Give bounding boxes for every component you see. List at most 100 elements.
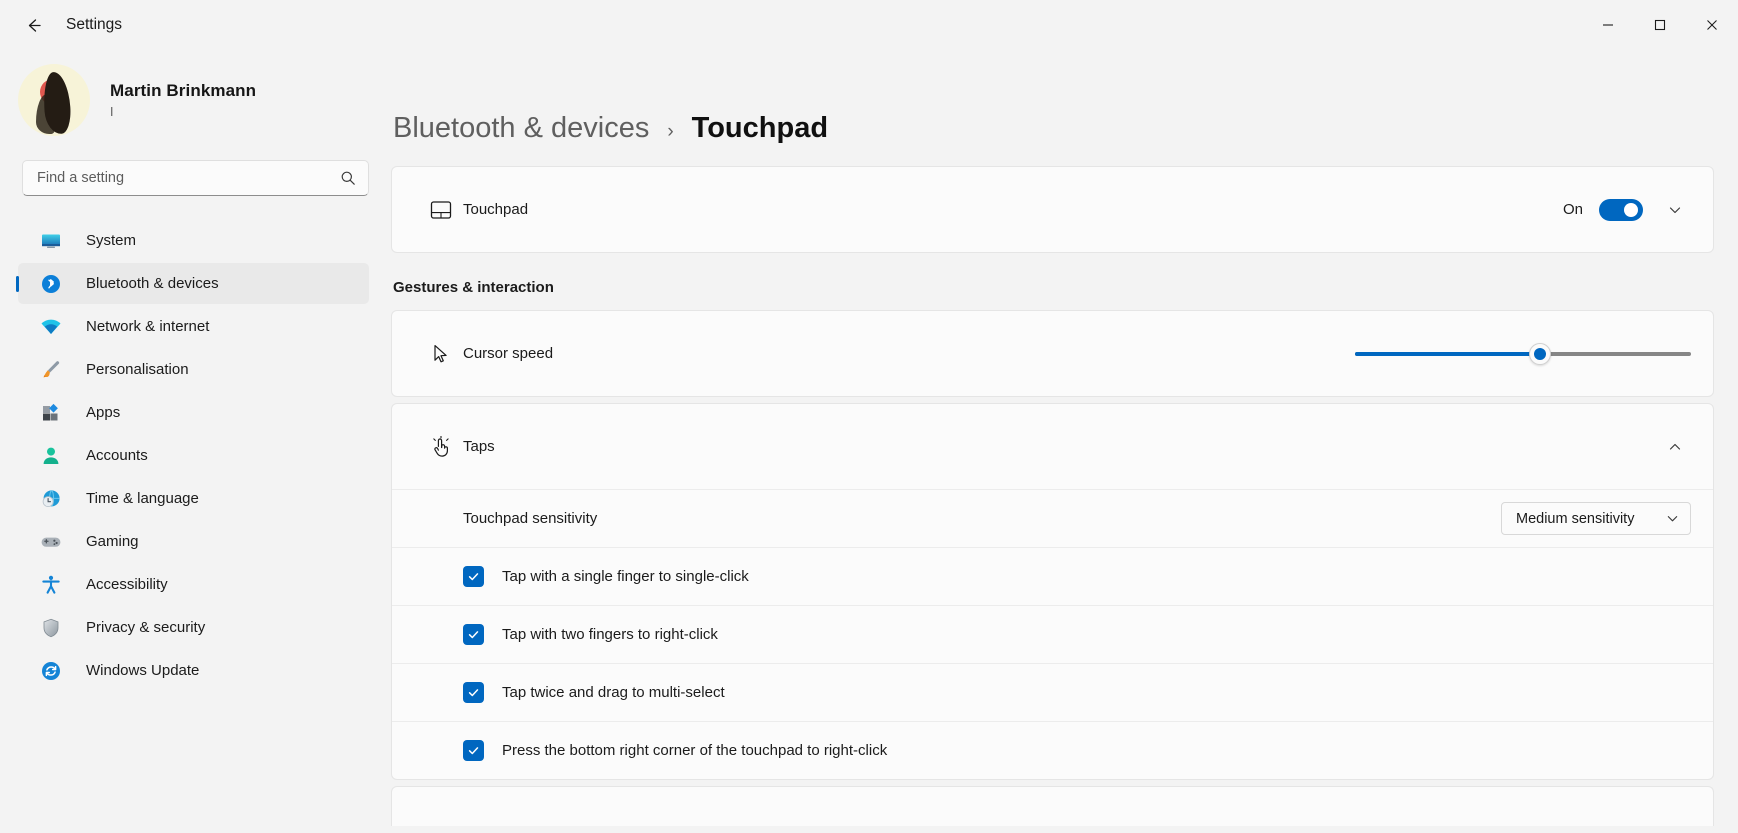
sidebar-item-time-language[interactable]: Time & language [18, 478, 369, 519]
touchpad-expand-button[interactable] [1659, 194, 1691, 226]
sidebar-item-system[interactable]: System [18, 220, 369, 261]
apps-icon [38, 401, 64, 425]
cursor-speed-slider[interactable] [1355, 339, 1691, 369]
maximize-icon [1654, 19, 1666, 31]
avatar [18, 64, 90, 136]
sidebar-item-accessibility[interactable]: Accessibility [18, 564, 369, 605]
sidebar-item-label: Bluetooth & devices [86, 275, 219, 292]
breadcrumb-separator: › [667, 121, 674, 142]
sidebar-item-label: Gaming [86, 533, 139, 550]
bluetooth-icon [38, 272, 64, 296]
slider-thumb[interactable] [1528, 342, 1551, 365]
accessibility-icon [38, 573, 64, 597]
checkbox[interactable] [463, 682, 484, 703]
checkbox-row-multi-select[interactable]: Tap twice and drag to multi-select [392, 663, 1713, 721]
sidebar: Martin Brinkmann I Find a setting System… [0, 50, 387, 833]
touchpad-toggle[interactable] [1599, 198, 1643, 221]
checkbox[interactable] [463, 740, 484, 761]
person-icon [38, 444, 64, 468]
search-box[interactable] [22, 160, 369, 196]
taps-header-row[interactable]: Taps [392, 404, 1713, 489]
shield-icon [38, 616, 64, 640]
sidebar-item-privacy-security[interactable]: Privacy & security [18, 607, 369, 648]
cursor-speed-card: Cursor speed [391, 310, 1714, 397]
sidebar-item-personalisation[interactable]: Personalisation [18, 349, 369, 390]
search-icon [341, 171, 355, 185]
network-icon [38, 315, 64, 339]
maximize-button[interactable] [1634, 0, 1686, 50]
checkbox-row-single-click[interactable]: Tap with a single finger to single-click [392, 547, 1713, 605]
sidebar-nav: System Bluetooth & devices Network & int… [0, 218, 387, 833]
sidebar-item-label: System [86, 232, 137, 249]
breadcrumb: Bluetooth & devices › Touchpad [391, 50, 1714, 166]
cursor-speed-label: Cursor speed [463, 345, 554, 362]
minimize-button[interactable] [1582, 0, 1634, 50]
checkbox-row-two-finger-right-click[interactable]: Tap with two fingers to right-click [392, 605, 1713, 663]
brush-icon [38, 358, 64, 382]
sidebar-item-label: Privacy & security [86, 619, 206, 636]
breadcrumb-parent[interactable]: Bluetooth & devices [393, 112, 649, 145]
taps-card: Taps Touchpad sensitivity Medium sensiti… [391, 403, 1714, 780]
content-area: Bluetooth & devices › Touchpad Touchpad [387, 50, 1738, 833]
close-button[interactable] [1686, 0, 1738, 50]
checkbox-label: Tap twice and drag to multi-select [502, 684, 725, 701]
dropdown-value: Medium sensitivity [1516, 510, 1635, 527]
check-icon [468, 631, 479, 639]
update-sync-icon [38, 659, 64, 683]
checkbox-row-bottom-right-corner[interactable]: Press the bottom right corner of the tou… [392, 721, 1713, 779]
checkbox-label: Tap with two fingers to right-click [502, 626, 718, 643]
sidebar-item-apps[interactable]: Apps [18, 392, 369, 433]
system-icon [38, 229, 64, 253]
page-title: Touchpad [691, 112, 829, 144]
user-profile[interactable]: Martin Brinkmann I [0, 50, 387, 136]
close-icon [1707, 20, 1717, 30]
arrow-left-icon [28, 18, 41, 32]
back-button[interactable] [12, 8, 54, 42]
sidebar-item-label: Personalisation [86, 361, 189, 378]
window-controls [1582, 0, 1738, 50]
gamepad-icon [38, 530, 64, 554]
touchpad-state-label: On [1562, 201, 1583, 218]
checkbox-label: Press the bottom right corner of the tou… [502, 742, 888, 759]
clock-globe-icon [38, 487, 64, 511]
sidebar-item-label: Apps [86, 404, 121, 421]
touchpad-sensitivity-dropdown[interactable]: Medium sensitivity [1501, 502, 1691, 535]
settings-window: Settings Martin Brinkmann I Find a setti… [0, 0, 1738, 833]
sidebar-item-windows-update[interactable]: Windows Update [18, 650, 369, 691]
next-section-card-partial [391, 786, 1714, 826]
touchpad-row[interactable]: Touchpad On [392, 167, 1713, 252]
chevron-down-icon [1669, 206, 1681, 213]
taps-label: Taps [463, 438, 495, 455]
touchpad-icon [424, 200, 458, 220]
touchpad-label: Touchpad [463, 201, 529, 218]
checkbox-label: Tap with a single finger to single-click [502, 568, 749, 585]
checkbox[interactable] [463, 566, 484, 587]
touchpad-card: Touchpad On [391, 166, 1714, 253]
check-icon [468, 747, 479, 755]
sidebar-item-bluetooth-devices[interactable]: Bluetooth & devices [18, 263, 369, 304]
profile-name: Martin Brinkmann [110, 81, 257, 100]
sidebar-item-label: Time & language [86, 490, 199, 507]
cursor-speed-row: Cursor speed [392, 311, 1713, 396]
sidebar-item-label: Accessibility [86, 576, 168, 593]
chevron-down-icon [1667, 516, 1678, 522]
taps-collapse-button[interactable] [1659, 431, 1691, 463]
tap-gesture-icon [424, 435, 458, 458]
check-icon [468, 573, 479, 581]
search-input[interactable] [37, 170, 340, 186]
sidebar-item-network-internet[interactable]: Network & internet [18, 306, 369, 347]
sidebar-item-accounts[interactable]: Accounts [18, 435, 369, 476]
cursor-pointer-icon [424, 344, 458, 364]
minimize-icon [1603, 24, 1613, 26]
checkbox[interactable] [463, 624, 484, 645]
sidebar-item-label: Windows Update [86, 662, 200, 679]
sidebar-item-label: Accounts [86, 447, 148, 464]
touchpad-sensitivity-row: Touchpad sensitivity Medium sensitivity [392, 489, 1713, 547]
section-title-gestures: Gestures & interaction [393, 279, 554, 296]
title-bar: Settings [0, 0, 1738, 50]
touchpad-sensitivity-label: Touchpad sensitivity [463, 510, 598, 527]
sidebar-item-gaming[interactable]: Gaming [18, 521, 369, 562]
profile-subtitle: I [110, 105, 114, 119]
chevron-up-icon [1669, 443, 1681, 450]
sidebar-item-label: Network & internet [86, 318, 210, 335]
